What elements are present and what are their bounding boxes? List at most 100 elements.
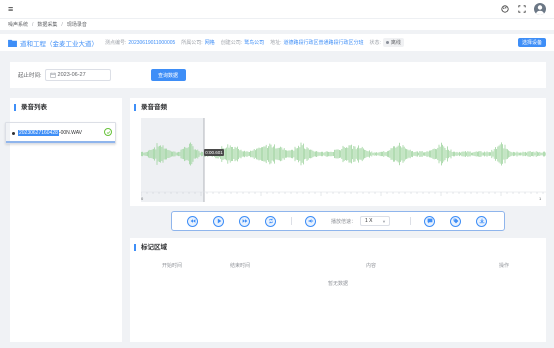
waveform-bar [363, 148, 364, 160]
waveform-bar [325, 151, 327, 157]
avatar[interactable] [534, 3, 546, 15]
waveform-bar [544, 151, 545, 157]
waveform-bar [516, 151, 518, 157]
comment-button[interactable] [424, 215, 436, 227]
waveform-bar [337, 149, 339, 159]
tag-button[interactable] [450, 215, 462, 227]
waveform-bar [467, 151, 469, 157]
waveform-bar [271, 147, 273, 161]
top-bar: ≡ [0, 0, 554, 18]
waveform-bar [543, 151, 544, 157]
waveform-bar [196, 150, 197, 158]
waveform-bar [415, 151, 417, 157]
waveform-bar [450, 149, 452, 159]
date-picker[interactable]: 2023-06-27 [44, 69, 111, 81]
waveform-bar [462, 151, 464, 157]
speed-label: 播放倍速： [331, 218, 357, 225]
volume-button[interactable] [305, 215, 316, 227]
hamburger-icon[interactable]: ≡ [8, 4, 13, 14]
waveform-bar [485, 152, 487, 156]
waveform-bar [258, 147, 260, 161]
waveform-bar [192, 146, 194, 162]
waveform-bar [348, 145, 350, 163]
waveform-bar [382, 151, 383, 157]
palette-icon[interactable] [500, 5, 509, 14]
waveform-bar [454, 151, 455, 157]
breadcrumb-item[interactable]: 数据采集 [37, 21, 57, 28]
waveform-bar [193, 149, 195, 159]
waveform-bar [435, 149, 436, 159]
waveform-bar [423, 152, 424, 156]
download-button[interactable] [476, 215, 488, 227]
fullscreen-icon[interactable] [517, 5, 526, 14]
file-progress-bar [6, 141, 115, 143]
waveform-bar [292, 149, 293, 159]
waveform-bar [477, 151, 478, 157]
waveform-bar [145, 152, 147, 156]
waveform-bar [359, 148, 361, 160]
speed-select[interactable]: 1 X ▼ [360, 216, 391, 226]
waveform-bar [231, 147, 232, 162]
loop-button[interactable] [265, 215, 276, 227]
breadcrumb-separator: / [32, 21, 34, 28]
cursor-time: 0:00.601 [205, 150, 223, 155]
waveform-bar [537, 151, 538, 157]
waveform-bar [523, 152, 525, 156]
info-value: 20230619011000005 [128, 39, 176, 46]
waveform-bar [169, 150, 171, 158]
play-icon [217, 218, 221, 224]
waveform-bar [186, 148, 188, 160]
panel-title: 录音音频 [134, 104, 546, 111]
waveform-bar [532, 151, 533, 157]
waveform-bar [244, 150, 245, 158]
speed-value: 1 X [365, 218, 373, 224]
waveform-bar [151, 149, 153, 159]
waveform-bar [317, 151, 319, 157]
waveform-bar [234, 146, 236, 162]
waveform-bar [166, 148, 167, 160]
waveform-bar [361, 146, 363, 162]
waveform-bar [149, 149, 151, 159]
query-button[interactable]: 查询数据 [150, 69, 186, 81]
waveform-bar [387, 151, 388, 157]
rewind-button[interactable] [187, 215, 198, 227]
waveform-bar [400, 146, 401, 162]
waveform-bar [173, 151, 175, 157]
panel-title: 标记区域 [134, 244, 546, 251]
list-item[interactable]: 20230627160428 -00N.WAV [5, 122, 116, 144]
waveform-bar [439, 146, 441, 162]
waveform-bar [303, 143, 304, 165]
waveform-bar [229, 145, 231, 163]
column-header: 结束时间 [230, 263, 251, 269]
breadcrumb-item[interactable]: 噪声系统 [8, 21, 28, 28]
waveform-area[interactable]: 0:00.601 0 1 [140, 118, 547, 202]
select-device-button[interactable]: 选择设备 [517, 38, 546, 47]
waveform-bar [167, 149, 169, 158]
project-info-bar: 道和工程（金麦工业大道） 测点编号: 20230619011000005 所属公… [0, 34, 554, 51]
waveform-bar [511, 152, 513, 156]
waveform-bar [253, 149, 255, 159]
waveform-bar [395, 147, 397, 161]
waveform-bar [341, 149, 343, 159]
waveform-bar [270, 144, 272, 164]
waveform-bar [252, 150, 254, 158]
waveform-bar [183, 148, 184, 160]
waveform-bar [438, 144, 440, 164]
waveform-bar [487, 152, 489, 156]
waveform-bar [412, 151, 413, 158]
scale-end-label: 1 [539, 196, 542, 201]
chevron-down-icon: ▼ [382, 218, 387, 224]
waveform-bar [353, 146, 355, 162]
waveform-bar [425, 152, 427, 156]
fast-forward-button[interactable] [239, 215, 250, 227]
waveform[interactable]: 0:00.601 0 1 [140, 118, 547, 202]
waveform-bar [383, 151, 385, 157]
waveform-bar [321, 151, 322, 157]
play-button[interactable] [213, 215, 224, 227]
divider [410, 217, 412, 225]
info-key: 地址: [270, 40, 282, 46]
waveform-bar [501, 142, 502, 166]
waveform-bar [473, 152, 475, 156]
waveform-bar [463, 151, 465, 157]
waveform-bar [189, 143, 190, 165]
